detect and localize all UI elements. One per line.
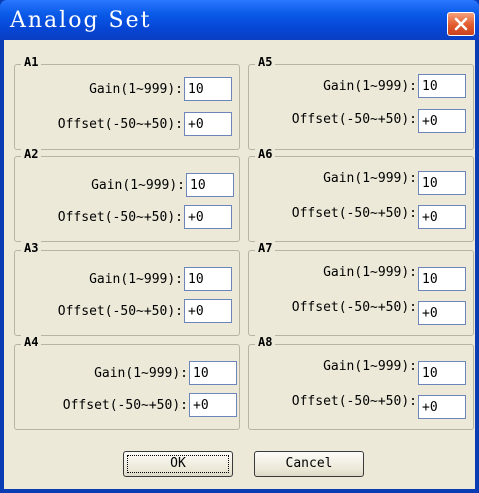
group-title-a5: A5 <box>255 55 276 69</box>
offset-label: Offset(-50~+50): <box>291 206 417 221</box>
gain-label: Gain(1~999): <box>89 272 183 287</box>
group-a1: A1 Gain(1~999): 10 Offset(-50~+50): +0 <box>14 55 240 150</box>
offset-label: Offset(-50~+50): <box>57 210 183 225</box>
cancel-label: Cancel <box>285 456 333 471</box>
gain-input-a4[interactable]: 10 <box>189 361 237 385</box>
offset-input-a4[interactable]: +0 <box>189 393 237 417</box>
group-title-a7: A7 <box>255 241 276 255</box>
gain-input-a6[interactable]: 10 <box>418 171 466 195</box>
window-title: Analog Set <box>10 8 152 33</box>
group-title-a4: A4 <box>21 335 42 349</box>
group-title-a1: A1 <box>21 55 42 69</box>
offset-input-a6[interactable]: +0 <box>418 205 466 229</box>
gain-input-a2[interactable]: 10 <box>186 173 234 197</box>
offset-label: Offset(-50~+50): <box>62 398 188 413</box>
gain-input-a8[interactable]: 10 <box>418 361 466 385</box>
gain-label: Gain(1~999): <box>94 366 188 381</box>
offset-label: Offset(-50~+50): <box>291 300 417 315</box>
dialog-client-area: A1 Gain(1~999): 10 Offset(-50~+50): +0 A… <box>4 40 475 489</box>
close-icon <box>454 17 468 31</box>
gain-label: Gain(1~999): <box>89 82 183 97</box>
gain-input-a7[interactable]: 10 <box>418 267 466 291</box>
gain-label: Gain(1~999): <box>323 359 417 374</box>
title-bar[interactable]: Analog Set <box>0 0 479 40</box>
offset-input-a7[interactable]: +0 <box>418 301 466 325</box>
group-a2: A2 Gain(1~999): 10 Offset(-50~+50): +0 <box>14 147 240 242</box>
cancel-button[interactable]: Cancel <box>254 451 364 477</box>
gain-input-a1[interactable]: 10 <box>184 77 232 101</box>
offset-label: Offset(-50~+50): <box>291 112 417 127</box>
offset-label: Offset(-50~+50): <box>57 117 183 132</box>
group-a8: A8 Gain(1~999): 10 Offset(-50~+50): +0 <box>248 335 474 430</box>
gain-input-a5[interactable]: 10 <box>418 74 466 98</box>
close-button[interactable] <box>447 12 475 36</box>
group-a6: A6 Gain(1~999): 10 Offset(-50~+50): +0 <box>248 147 474 242</box>
analog-set-dialog: Analog Set A1 Gain(1~999): 10 Offset(-50… <box>0 0 479 493</box>
offset-input-a1[interactable]: +0 <box>184 112 232 136</box>
gain-label: Gain(1~999): <box>323 265 417 280</box>
gain-label: Gain(1~999): <box>91 178 185 193</box>
offset-input-a5[interactable]: +0 <box>418 109 466 133</box>
group-title-a2: A2 <box>21 147 42 161</box>
offset-label: Offset(-50~+50): <box>57 304 183 319</box>
group-title-a6: A6 <box>255 147 276 161</box>
gain-label: Gain(1~999): <box>323 171 417 186</box>
offset-label: Offset(-50~+50): <box>291 394 417 409</box>
group-title-a3: A3 <box>21 241 42 255</box>
group-a7: A7 Gain(1~999): 10 Offset(-50~+50): +0 <box>248 241 474 336</box>
group-a3: A3 Gain(1~999): 10 Offset(-50~+50): +0 <box>14 241 240 336</box>
gain-input-a3[interactable]: 10 <box>184 267 232 291</box>
offset-input-a3[interactable]: +0 <box>184 299 232 323</box>
offset-input-a8[interactable]: +0 <box>418 395 466 419</box>
ok-button[interactable]: OK <box>123 451 233 477</box>
group-a5: A5 Gain(1~999): 10 Offset(-50~+50): +0 <box>248 55 474 150</box>
gain-label: Gain(1~999): <box>323 79 417 94</box>
focus-rect <box>127 455 229 473</box>
group-title-a8: A8 <box>255 335 276 349</box>
group-a4: A4 Gain(1~999): 10 Offset(-50~+50): +0 <box>14 335 240 430</box>
offset-input-a2[interactable]: +0 <box>184 205 232 229</box>
